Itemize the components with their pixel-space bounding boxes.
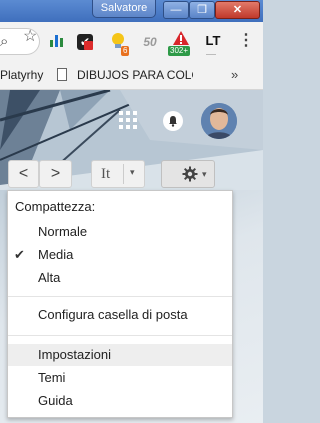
minimize-button[interactable]: — [163,1,189,19]
bookmark-item[interactable]: Platyrhy [0,68,43,82]
settings-item[interactable]: Impostazioni [8,344,232,366]
older-button[interactable]: < [8,160,39,188]
account-avatar[interactable] [201,103,237,139]
document-icon [57,68,67,81]
input-tools-label: It [101,166,111,182]
density-option-normale[interactable]: Normale [8,221,232,243]
search-icon: ⌕ [0,33,9,50]
bookmark-item[interactable]: DIBUJOS PARA COLO [77,68,193,82]
chevron-down-icon: ▾ [202,169,207,179]
themes-item[interactable]: Temi [8,367,232,389]
bookmarks-bar: Platyrhy DIBUJOS PARA COLO » [0,60,263,90]
speed-extension-icon[interactable]: 50 [140,32,160,52]
checkmark-extension-icon[interactable]: ✔ [77,34,93,50]
settings-button[interactable]: ▾ [161,160,215,188]
help-item[interactable]: Guida [8,390,232,412]
browser-menu-icon[interactable]: ⋮ [238,30,254,50]
configure-inbox-item[interactable]: Configura casella di posta [8,304,232,326]
menu-item-label: Alta [38,270,61,285]
chevron-down-icon[interactable]: ▾ [130,167,135,178]
density-option-alta[interactable]: Alta [8,267,232,289]
browser-toolbar: ⌕ ☆ ✔ 6 50 302+ LT ----- ⋮ [0,22,263,60]
menu-item-label: Media [38,247,74,262]
menu-item-label: Impostazioni [38,347,111,362]
menu-divider [8,335,232,336]
input-tools-button[interactable]: It ▾ [91,160,145,188]
checkmark-icon: ✔ [14,247,25,262]
density-option-media[interactable]: ✔ Media [8,244,232,266]
google-apps-icon[interactable] [119,111,137,129]
menu-divider [8,296,232,297]
lt-extension-icon[interactable]: LT ----- [202,31,224,58]
maximize-button[interactable]: ❐ [189,1,215,19]
more-bookmarks-icon[interactable]: » [231,67,238,82]
settings-menu: Compattezza: Normale ✔ Media Alta Config… [7,190,233,418]
gear-icon [182,166,198,182]
warning-extension-badge: 302+ [168,46,191,56]
bookmark-star-icon[interactable]: ☆ [23,26,37,46]
profile-name-badge[interactable]: Salvatore [92,0,156,18]
density-header: Compattezza: [15,199,96,214]
menu-item-label: Normale [38,224,88,239]
button-divider [123,164,124,184]
lightbulb-extension-badge: 6 [121,46,130,56]
menu-item-label: Temi [38,370,66,385]
menu-item-label: Guida [38,393,73,408]
newer-button[interactable]: > [39,160,72,188]
notifications-bell-icon[interactable] [163,111,183,131]
menu-item-label: Configura casella di posta [38,307,188,322]
bar-chart-extension-icon[interactable] [47,32,67,52]
window-title-bar: Salvatore — ❐ ✕ [0,0,263,22]
close-button[interactable]: ✕ [215,1,260,19]
